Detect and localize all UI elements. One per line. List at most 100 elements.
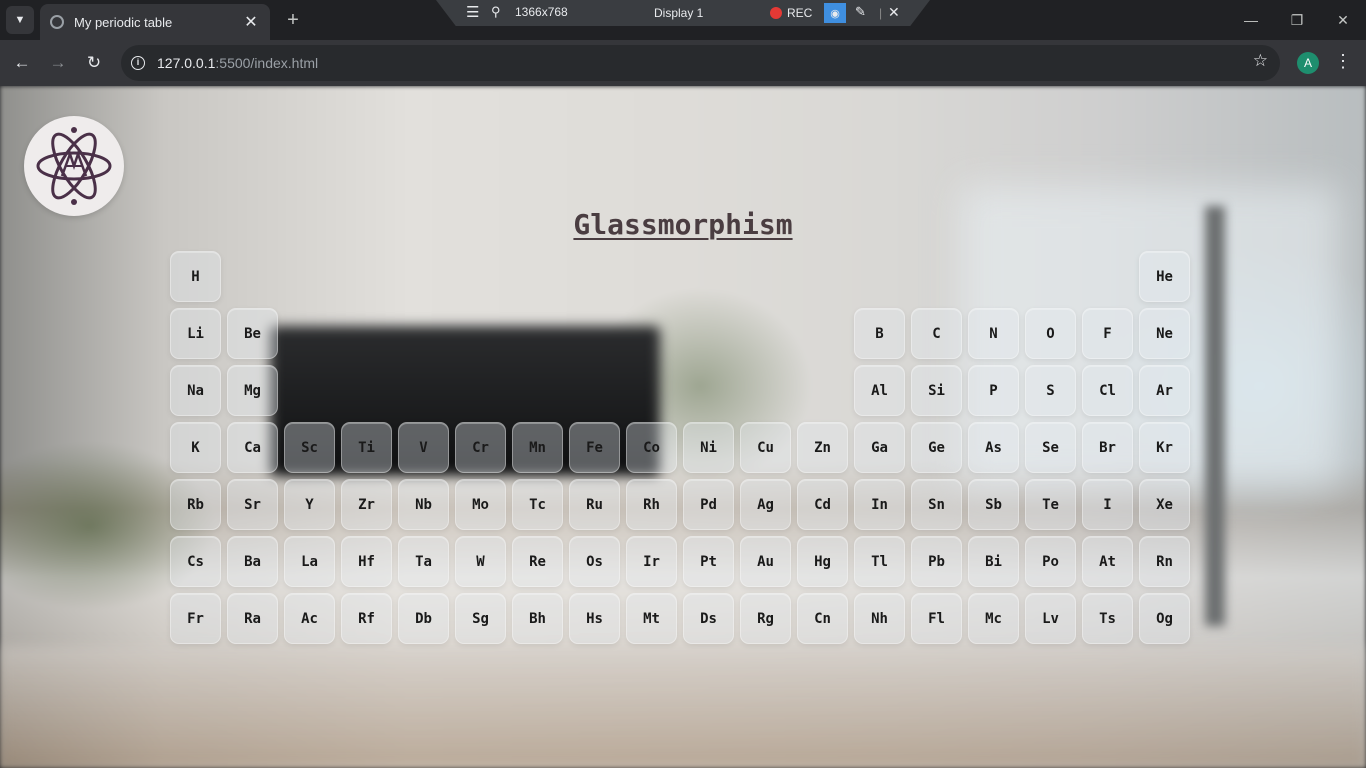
profile-avatar[interactable]: A	[1297, 52, 1319, 74]
element-cell-be[interactable]: Be	[227, 308, 278, 359]
element-cell-cl[interactable]: Cl	[1082, 365, 1133, 416]
element-cell-pt[interactable]: Pt	[683, 536, 734, 587]
element-cell-sn[interactable]: Sn	[911, 479, 962, 530]
element-cell-pb[interactable]: Pb	[911, 536, 962, 587]
element-cell-ga[interactable]: Ga	[854, 422, 905, 473]
element-cell-mt[interactable]: Mt	[626, 593, 677, 644]
element-cell-os[interactable]: Os	[569, 536, 620, 587]
element-cell-cu[interactable]: Cu	[740, 422, 791, 473]
element-cell-mn[interactable]: Mn	[512, 422, 563, 473]
element-cell-na[interactable]: Na	[170, 365, 221, 416]
element-cell-o[interactable]: O	[1025, 308, 1076, 359]
element-cell-p[interactable]: P	[968, 365, 1019, 416]
reload-icon[interactable]: ↻	[82, 51, 106, 75]
element-cell-k[interactable]: K	[170, 422, 221, 473]
element-cell-li[interactable]: Li	[170, 308, 221, 359]
element-cell-ag[interactable]: Ag	[740, 479, 791, 530]
element-cell-nb[interactable]: Nb	[398, 479, 449, 530]
element-cell-rb[interactable]: Rb	[170, 479, 221, 530]
element-cell-si[interactable]: Si	[911, 365, 962, 416]
element-cell-hf[interactable]: Hf	[341, 536, 392, 587]
element-cell-mo[interactable]: Mo	[455, 479, 506, 530]
element-cell-te[interactable]: Te	[1025, 479, 1076, 530]
element-cell-f[interactable]: F	[1082, 308, 1133, 359]
element-cell-nh[interactable]: Nh	[854, 593, 905, 644]
element-cell-rf[interactable]: Rf	[341, 593, 392, 644]
element-cell-zn[interactable]: Zn	[797, 422, 848, 473]
new-tab-button[interactable]: +	[282, 8, 304, 32]
kebab-icon[interactable]: ⋮	[1334, 51, 1352, 72]
element-cell-ni[interactable]: Ni	[683, 422, 734, 473]
element-cell-sb[interactable]: Sb	[968, 479, 1019, 530]
element-cell-w[interactable]: W	[455, 536, 506, 587]
element-cell-al[interactable]: Al	[854, 365, 905, 416]
browser-tab[interactable]: My periodic table ✕	[40, 4, 270, 40]
element-cell-bh[interactable]: Bh	[512, 593, 563, 644]
element-cell-bi[interactable]: Bi	[968, 536, 1019, 587]
element-cell-mg[interactable]: Mg	[227, 365, 278, 416]
arrow-right-icon[interactable]: →	[46, 51, 70, 75]
element-cell-ge[interactable]: Ge	[911, 422, 962, 473]
element-cell-og[interactable]: Og	[1139, 593, 1190, 644]
pin-icon[interactable]: ⚲	[491, 4, 501, 20]
element-cell-hs[interactable]: Hs	[569, 593, 620, 644]
element-cell-n[interactable]: N	[968, 308, 1019, 359]
restore-icon[interactable]: ❐	[1274, 0, 1320, 40]
element-cell-xe[interactable]: Xe	[1139, 479, 1190, 530]
recorder-display[interactable]: Display 1	[654, 6, 703, 20]
element-cell-as[interactable]: As	[968, 422, 1019, 473]
minimize-icon[interactable]: —	[1228, 0, 1274, 40]
element-cell-tl[interactable]: Tl	[854, 536, 905, 587]
element-cell-br[interactable]: Br	[1082, 422, 1133, 473]
recorder-menu-icon[interactable]: ☰	[466, 3, 479, 21]
element-cell-in[interactable]: In	[854, 479, 905, 530]
element-cell-he[interactable]: He	[1139, 251, 1190, 302]
element-cell-c[interactable]: C	[911, 308, 962, 359]
element-cell-tc[interactable]: Tc	[512, 479, 563, 530]
address-bar[interactable]: i 127.0.0.1:5500/index.html ☆	[121, 45, 1280, 81]
element-cell-ta[interactable]: Ta	[398, 536, 449, 587]
element-cell-ba[interactable]: Ba	[227, 536, 278, 587]
element-cell-cs[interactable]: Cs	[170, 536, 221, 587]
element-cell-v[interactable]: V	[398, 422, 449, 473]
element-cell-zr[interactable]: Zr	[341, 479, 392, 530]
arrow-left-icon[interactable]: ←	[10, 51, 34, 75]
element-cell-pd[interactable]: Pd	[683, 479, 734, 530]
element-cell-se[interactable]: Se	[1025, 422, 1076, 473]
element-cell-lv[interactable]: Lv	[1025, 593, 1076, 644]
element-cell-la[interactable]: La	[284, 536, 335, 587]
element-cell-sc[interactable]: Sc	[284, 422, 335, 473]
element-cell-ne[interactable]: Ne	[1139, 308, 1190, 359]
element-cell-at[interactable]: At	[1082, 536, 1133, 587]
pen-icon[interactable]: ✎	[855, 4, 866, 20]
element-cell-y[interactable]: Y	[284, 479, 335, 530]
element-cell-h[interactable]: H	[170, 251, 221, 302]
element-cell-mc[interactable]: Mc	[968, 593, 1019, 644]
element-cell-i[interactable]: I	[1082, 479, 1133, 530]
window-close-icon[interactable]: ✕	[1320, 0, 1366, 40]
tab-search-chevron-down-icon[interactable]: ▼	[6, 6, 34, 34]
star-icon[interactable]: ☆	[1253, 51, 1268, 71]
tab-close-icon[interactable]: ✕	[242, 12, 260, 32]
element-cell-ti[interactable]: Ti	[341, 422, 392, 473]
element-cell-cd[interactable]: Cd	[797, 479, 848, 530]
element-cell-au[interactable]: Au	[740, 536, 791, 587]
info-icon[interactable]: i	[131, 56, 145, 70]
element-cell-ra[interactable]: Ra	[227, 593, 278, 644]
element-cell-ru[interactable]: Ru	[569, 479, 620, 530]
recorder-close-icon[interactable]: ✕	[888, 4, 900, 21]
element-cell-ac[interactable]: Ac	[284, 593, 335, 644]
element-cell-fr[interactable]: Fr	[170, 593, 221, 644]
element-cell-s[interactable]: S	[1025, 365, 1076, 416]
element-cell-ts[interactable]: Ts	[1082, 593, 1133, 644]
element-cell-rg[interactable]: Rg	[740, 593, 791, 644]
element-cell-cn[interactable]: Cn	[797, 593, 848, 644]
element-cell-re[interactable]: Re	[512, 536, 563, 587]
element-cell-cr[interactable]: Cr	[455, 422, 506, 473]
element-cell-ca[interactable]: Ca	[227, 422, 278, 473]
record-button[interactable]: REC	[787, 6, 812, 20]
element-cell-po[interactable]: Po	[1025, 536, 1076, 587]
element-cell-fl[interactable]: Fl	[911, 593, 962, 644]
element-cell-db[interactable]: Db	[398, 593, 449, 644]
element-cell-fe[interactable]: Fe	[569, 422, 620, 473]
